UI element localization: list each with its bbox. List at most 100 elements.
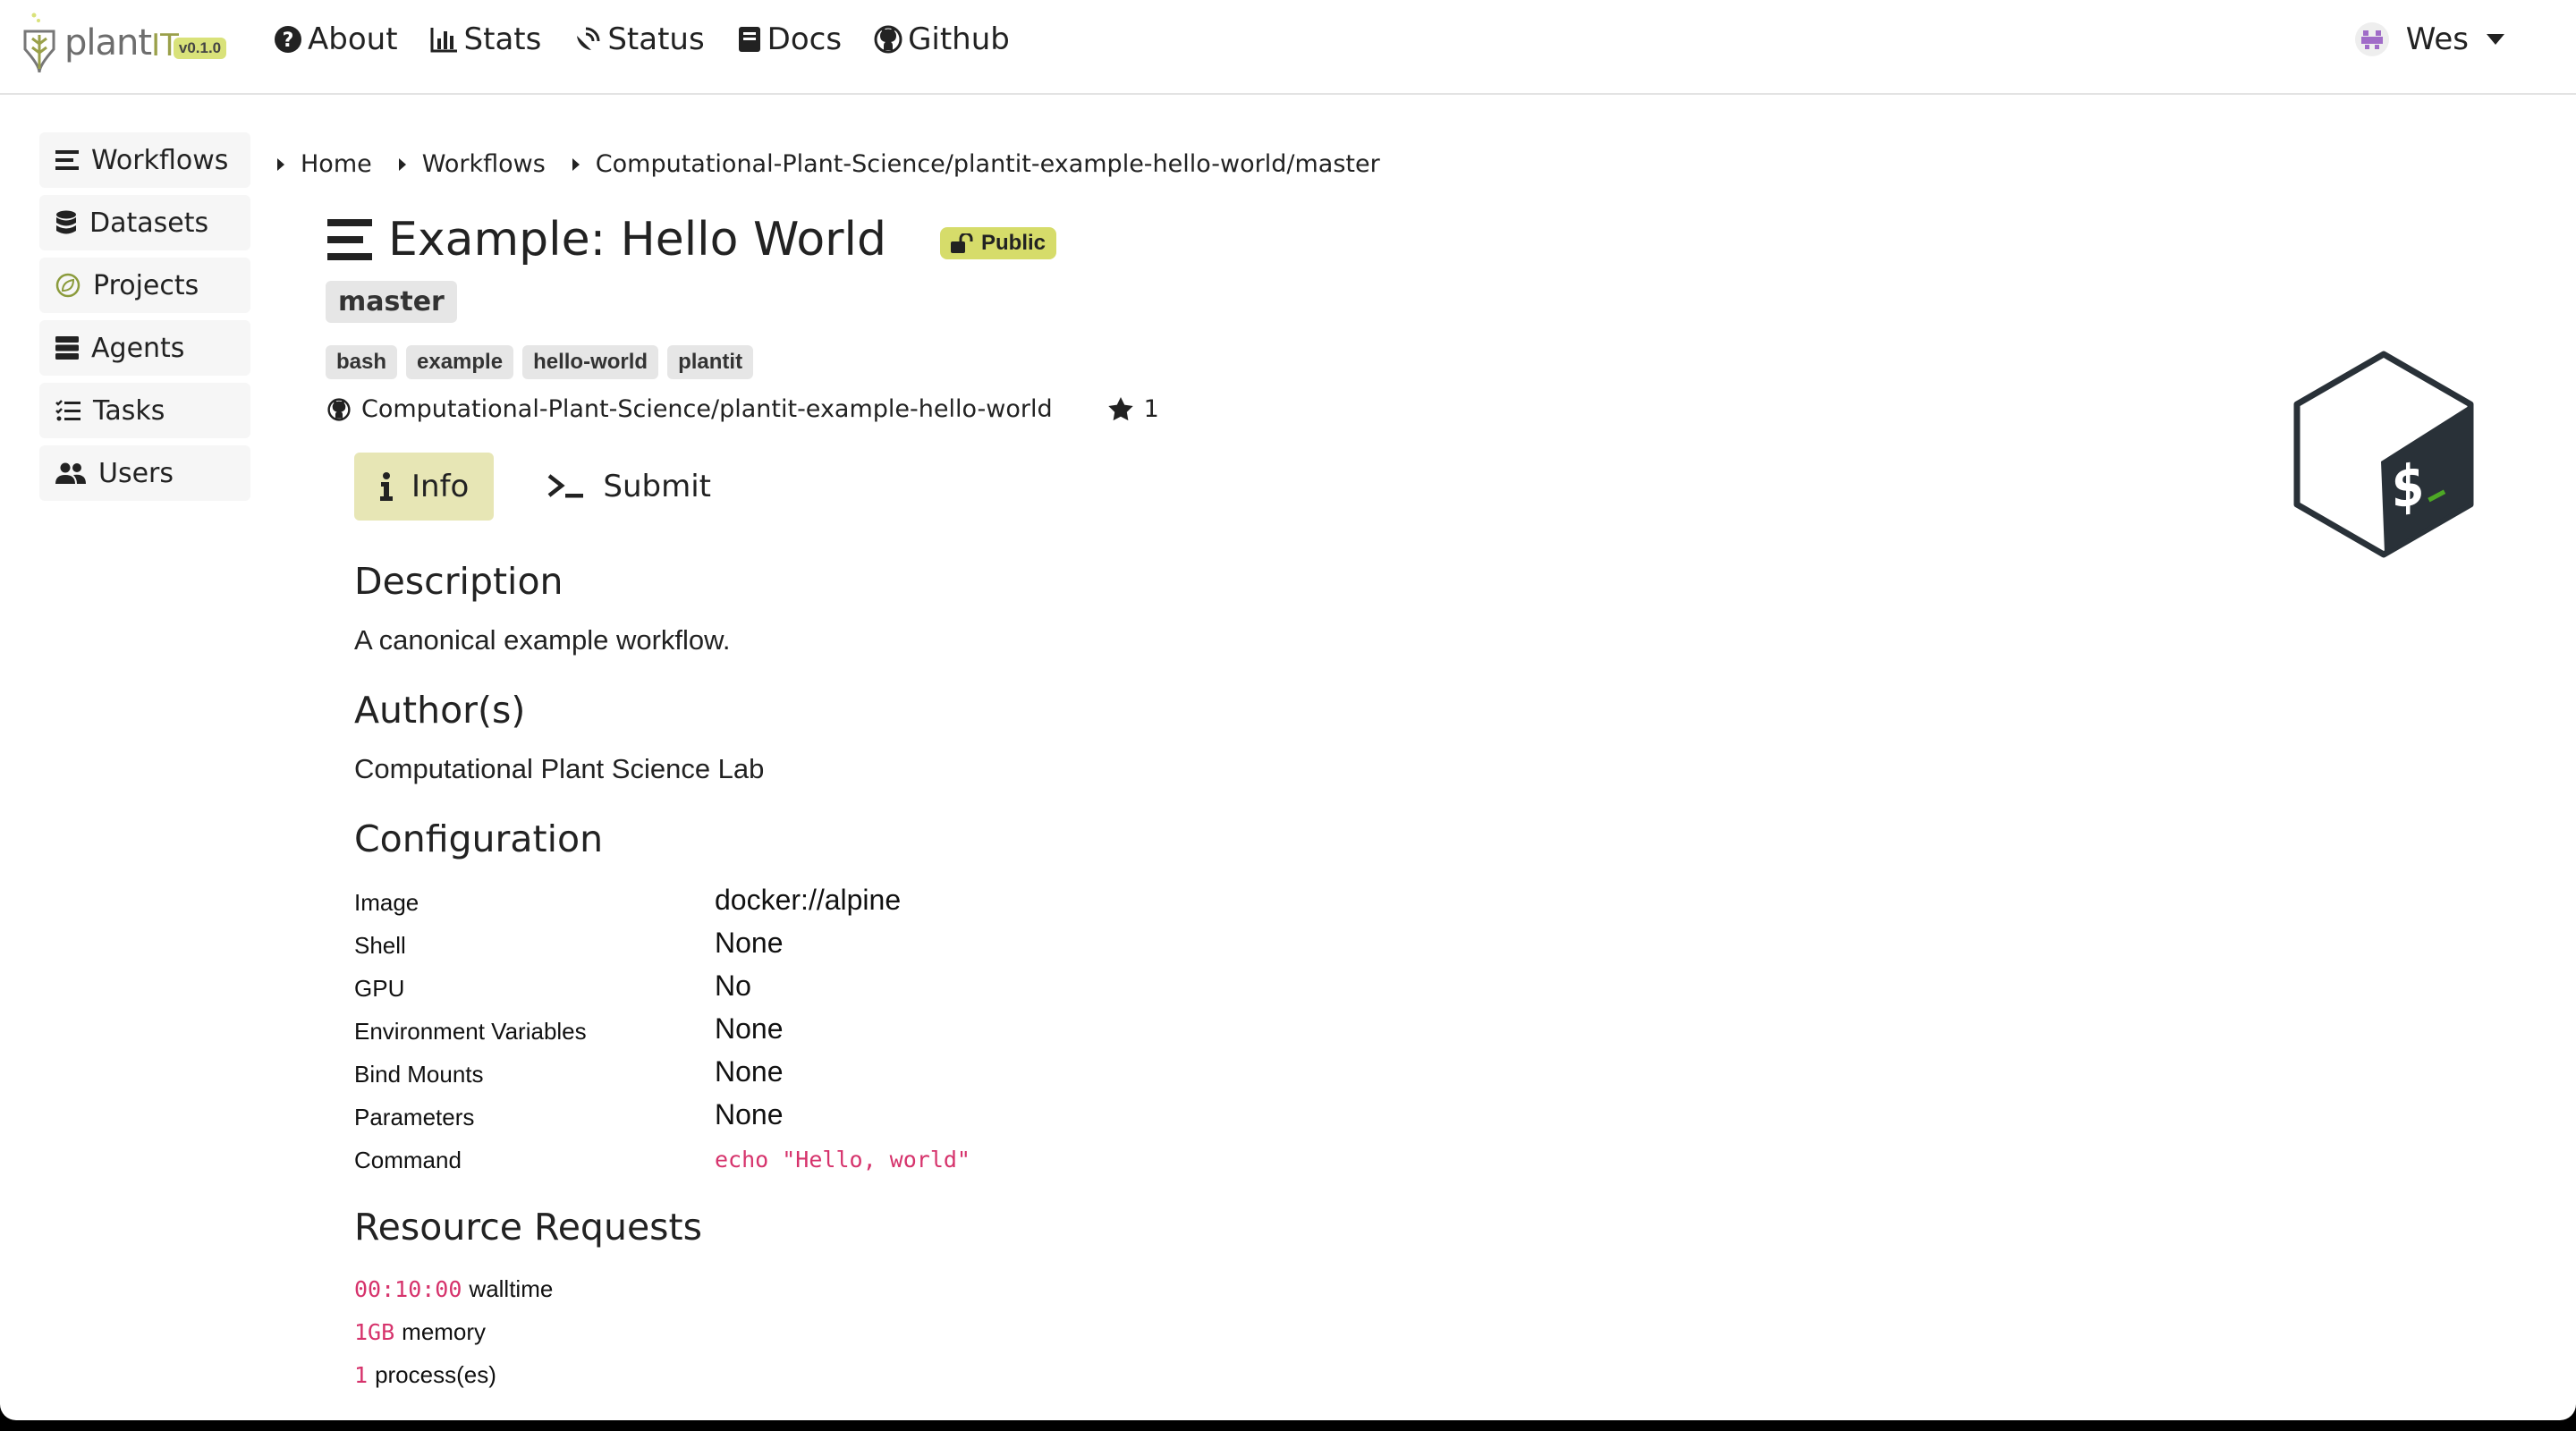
resource-unit: process(es): [375, 1361, 496, 1388]
breadcrumb-label: Computational-Plant-Science/plantit-exam…: [595, 150, 1380, 178]
config-label-image: Image: [354, 889, 419, 916]
workflow-header: Example: Hello World Public: [327, 213, 1057, 267]
config-label-parameters: Parameters: [354, 1104, 475, 1130]
caret-right-icon: [277, 157, 284, 171]
server-icon: [55, 336, 79, 360]
app-window: plant IT v0.1.0 ? About Stats Status Doc…: [0, 0, 2576, 1420]
book-icon: [738, 27, 760, 52]
star-count-value: 1: [1143, 395, 1159, 423]
tab-info[interactable]: Info: [354, 453, 495, 521]
tag-example[interactable]: example: [406, 345, 514, 379]
branch-badge: master: [326, 281, 457, 323]
sidebar-item-label: Projects: [93, 269, 199, 301]
breadcrumb-label: Home: [301, 150, 372, 178]
list-icon: [55, 150, 79, 170]
nav-status-label: Status: [607, 21, 705, 57]
config-value-parameters: None: [715, 1098, 784, 1130]
page-title: Example: Hello World: [388, 213, 886, 267]
visibility-badge: Public: [940, 227, 1057, 259]
leaf-icon: [55, 273, 80, 298]
resource-value: 00:10:00: [354, 1276, 462, 1302]
sidebar-item-label: Datasets: [89, 207, 209, 239]
user-menu[interactable]: Wes: [2354, 21, 2504, 57]
svg-text:?: ?: [283, 30, 294, 52]
tag-plantit[interactable]: plantit: [667, 345, 754, 379]
sidebar-item-label: Tasks: [93, 394, 165, 427]
config-label-env: Environment Variables: [354, 1018, 587, 1045]
description-text: A canonical example workflow.: [354, 624, 731, 656]
nav-links: ? About Stats Status Docs Github: [274, 21, 1042, 57]
tab-info-label: Info: [411, 469, 470, 504]
configuration-heading: Configuration: [354, 817, 604, 860]
terminal-icon: [547, 474, 584, 498]
sidebar-item-users[interactable]: Users: [39, 445, 250, 501]
caret-right-icon: [572, 157, 580, 171]
nav-stats[interactable]: Stats: [430, 21, 542, 57]
tag-hello-world[interactable]: hello-world: [522, 345, 659, 379]
nav-github-label: Github: [908, 21, 1010, 57]
config-label-shell: Shell: [354, 932, 406, 959]
nav-stats-label: Stats: [463, 21, 542, 57]
star-count[interactable]: 1: [1107, 395, 1159, 423]
repo-row: Computational-Plant-Science/plantit-exam…: [327, 395, 1159, 423]
sidebar-item-label: Agents: [91, 332, 185, 364]
breadcrumb: Home Workflows Computational-Plant-Scien…: [277, 150, 1407, 178]
config-value-image: docker://alpine: [715, 884, 902, 916]
svg-text:$: $: [2391, 451, 2426, 522]
visibility-label: Public: [981, 231, 1046, 255]
github-icon: [327, 397, 351, 421]
nav-docs-label: Docs: [767, 21, 843, 57]
chevron-down-icon: [2487, 34, 2504, 45]
config-label-command: Command: [354, 1147, 462, 1173]
description-heading: Description: [354, 560, 564, 603]
version-badge: v0.1.0: [173, 38, 227, 59]
breadcrumb-home[interactable]: Home: [277, 150, 372, 178]
repo-link[interactable]: Computational-Plant-Science/plantit-exam…: [361, 395, 1053, 423]
breadcrumb-workflows[interactable]: Workflows: [398, 150, 546, 178]
list-icon: [327, 219, 372, 260]
nav-about[interactable]: ? About: [274, 21, 398, 57]
nav-about-label: About: [308, 21, 398, 57]
nav-docs[interactable]: Docs: [737, 21, 842, 57]
tab-submit[interactable]: Submit: [528, 453, 736, 521]
star-icon: [1107, 397, 1133, 421]
resource-memory: 1GB memory: [354, 1318, 486, 1346]
database-icon: [56, 210, 76, 234]
user-name: Wes: [2405, 21, 2469, 57]
tasks-icon: [55, 400, 80, 421]
nav-status[interactable]: Status: [573, 21, 705, 57]
resource-unit: memory: [402, 1318, 487, 1345]
plantit-leaf-icon: [23, 13, 55, 73]
sidebar-item-projects[interactable]: Projects: [39, 258, 250, 313]
resource-value: 1: [354, 1362, 369, 1388]
sidebar-item-datasets[interactable]: Datasets: [39, 195, 250, 250]
avatar: [2354, 22, 2389, 56]
bash-logo-icon: $: [2293, 351, 2474, 558]
chart-bar-icon: [430, 28, 457, 53]
resource-value: 1GB: [354, 1319, 395, 1345]
authors-heading: Author(s): [354, 689, 526, 732]
info-icon: [380, 472, 393, 501]
sidebar-item-label: Workflows: [91, 144, 229, 176]
breadcrumb-current[interactable]: Computational-Plant-Science/plantit-exam…: [572, 150, 1380, 178]
unlock-icon: [951, 233, 973, 253]
config-label-gpu: GPU: [354, 975, 405, 1002]
satellite-dish-icon: [577, 27, 600, 50]
sidebar-item-label: Users: [98, 457, 174, 489]
tag-list: bash example hello-world plantit: [326, 345, 762, 379]
github-icon: [874, 25, 902, 54]
resource-unit: walltime: [469, 1275, 554, 1302]
config-value-shell: None: [715, 927, 784, 959]
brand-logo[interactable]: plant IT v0.1.0: [20, 7, 227, 79]
authors-text: Computational Plant Science Lab: [354, 753, 765, 784]
tab-submit-label: Submit: [603, 469, 711, 504]
tag-bash[interactable]: bash: [326, 345, 398, 379]
question-circle-icon: ?: [275, 26, 301, 53]
config-value-gpu: No: [715, 970, 751, 1002]
sidebar: Workflows Datasets Projects Agents Tasks…: [39, 132, 250, 508]
resources-heading: Resource Requests: [354, 1206, 702, 1249]
sidebar-item-tasks[interactable]: Tasks: [39, 383, 250, 438]
sidebar-item-agents[interactable]: Agents: [39, 320, 250, 376]
sidebar-item-workflows[interactable]: Workflows: [39, 132, 250, 188]
nav-github[interactable]: Github: [874, 21, 1010, 57]
